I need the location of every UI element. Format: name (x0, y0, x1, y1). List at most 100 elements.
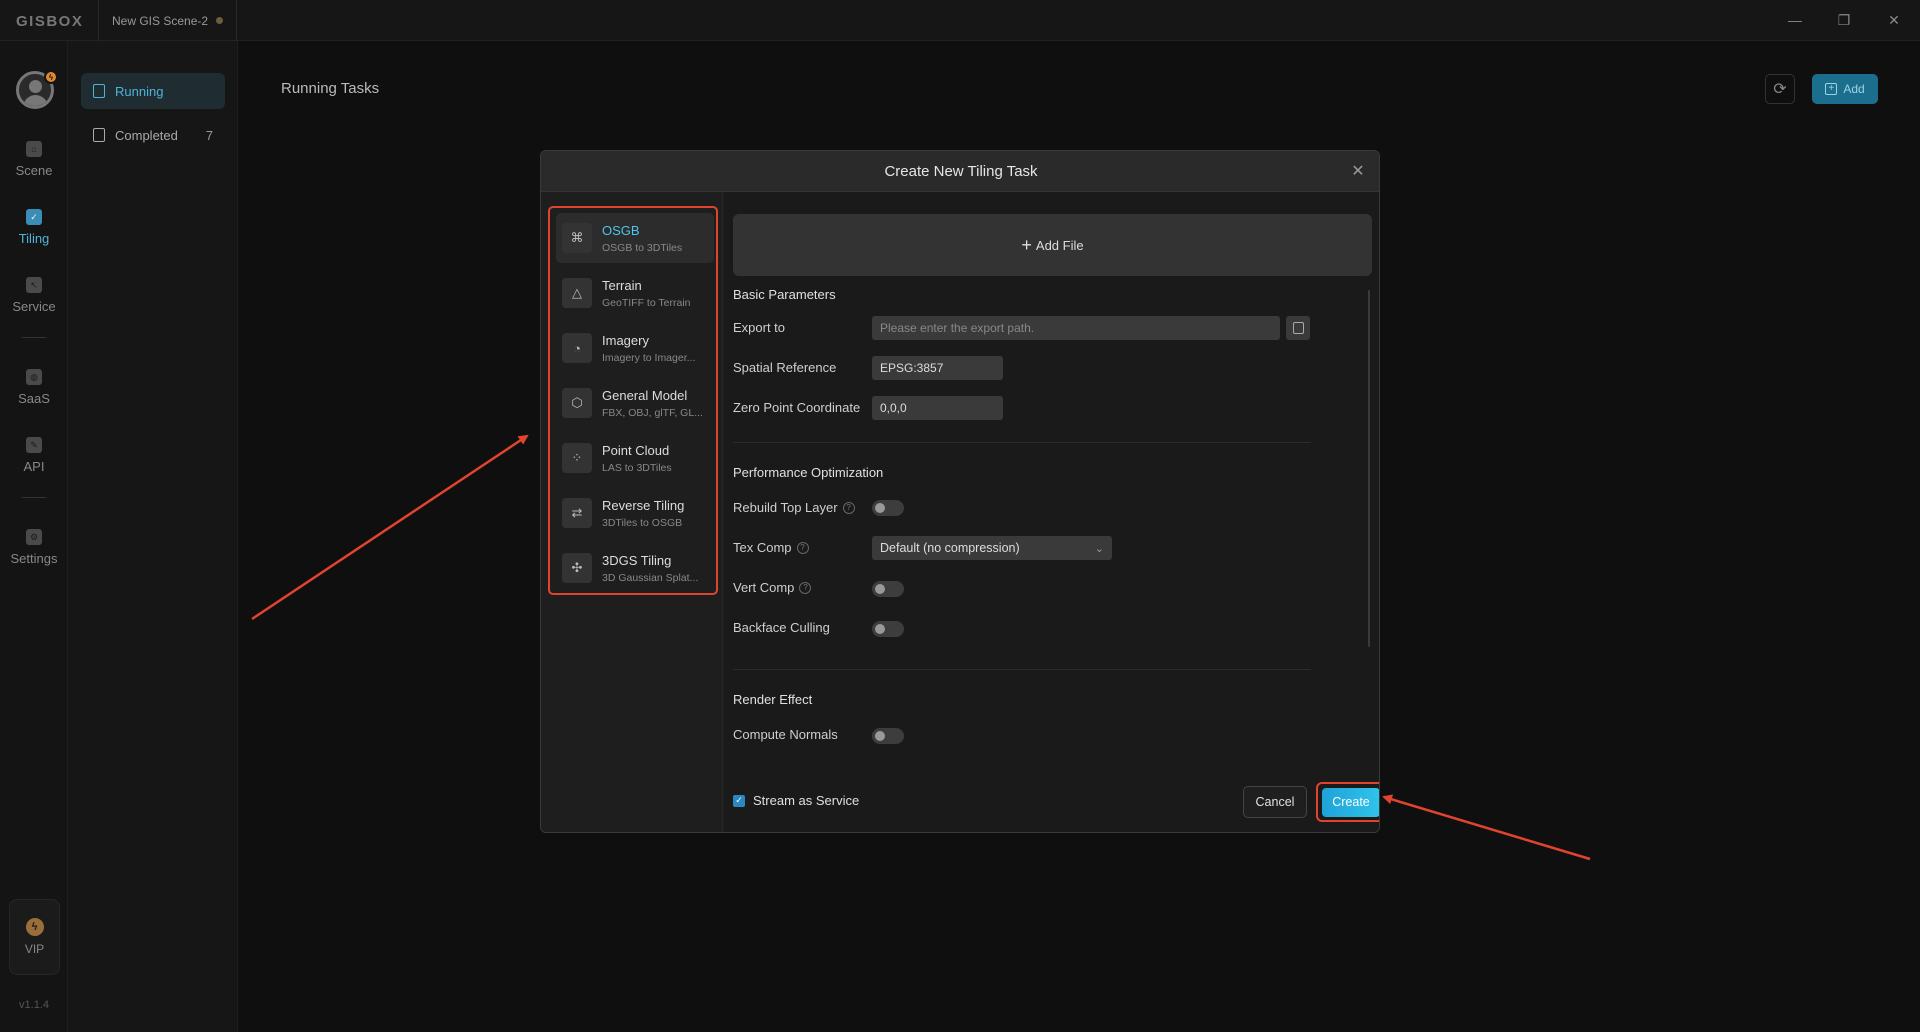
minimize-button[interactable]: — (1783, 8, 1807, 32)
completed-count: 7 (205, 127, 213, 143)
rail-item-settings[interactable]: ⚙ Settings (0, 529, 68, 566)
unsaved-dot-icon (216, 17, 224, 24)
task-parameters-panel: + Add File Basic Parameters Export to Pl… (724, 192, 1379, 832)
restore-button[interactable]: ❐ (1832, 8, 1856, 32)
main-rail: ϟ ⌂ Scene ✓ Tiling ↖ Service ◍ SaaS ✎ AP… (0, 41, 68, 1032)
rail-item-label: Service (12, 299, 56, 314)
vert-comp-toggle[interactable] (872, 581, 904, 597)
task-type-reverse-tiling[interactable]: ⇄ Reverse Tiling 3DTiles to OSGB (556, 488, 714, 538)
stream-checkbox[interactable]: ✓ (733, 794, 745, 807)
task-type-terrain[interactable]: △ Terrain GeoTIFF to Terrain (556, 268, 714, 318)
add-task-label: Add (1843, 82, 1865, 96)
gaussian-splat-icon: ✣ (562, 553, 592, 583)
plus-icon: + (1825, 83, 1838, 95)
tex-comp-select[interactable]: Default (no compression) ⌄ (872, 536, 1112, 560)
stream-as-service-option[interactable]: ✓ Stream as Service (733, 793, 859, 808)
zero-point-input[interactable]: 0,0,0 (872, 396, 1003, 420)
rail-item-service[interactable]: ↖ Service (0, 277, 68, 314)
vip-label: VIP (24, 942, 45, 956)
task-type-title: Point Cloud (602, 442, 670, 458)
terrain-icon: △ (562, 278, 592, 308)
task-type-subtitle: 3DTiles to OSGB (602, 516, 683, 529)
tex-comp-value: Default (no compression) (880, 541, 1020, 555)
lightning-badge-icon: ϟ (44, 70, 58, 84)
service-icon: ↖ (26, 277, 42, 293)
task-type-subtitle: OSGB to 3DTiles (602, 241, 683, 254)
title-bar: GISBOX New GIS Scene-2 — ❐ ✕ (0, 0, 1920, 41)
version-label: v1.1.4 (19, 999, 49, 1011)
task-type-imagery[interactable]: ◔ Imagery Imagery to Imager... (556, 323, 714, 373)
add-file-button[interactable]: + Add File (733, 214, 1372, 276)
subnav-item-label: Running (115, 83, 164, 99)
scene-tab[interactable]: New GIS Scene-2 (98, 0, 238, 41)
tex-comp-row: Tex Comp ? (733, 540, 809, 555)
rail-item-scene[interactable]: ⌂ Scene (0, 141, 68, 178)
task-type-list: ⌘ OSGB OSGB to 3DTiles △ Terrain GeoTIFF t… (548, 206, 718, 595)
task-type-general-model[interactable]: ⬡ General Model FBX, OBJ, glTF, GL... (556, 378, 714, 428)
help-icon[interactable]: ? (799, 581, 812, 594)
scene-tab-title: New GIS Scene-2 (112, 13, 209, 28)
spatial-reference-input[interactable]: EPSG:3857 (872, 356, 1003, 380)
compute-normals-toggle[interactable] (872, 728, 904, 744)
rebuild-top-layer-toggle[interactable] (872, 500, 904, 516)
stream-label: Stream as Service (753, 793, 860, 808)
rail-item-tiling[interactable]: ✓ Tiling (0, 209, 68, 246)
annotation-arrow-create (1382, 794, 1591, 861)
subnav-item-label: Completed (115, 127, 178, 143)
saas-icon: ◍ (26, 369, 42, 385)
backface-culling-label: Backface Culling (733, 620, 830, 635)
task-type-point-cloud[interactable]: ⁘ Point Cloud LAS to 3DTiles (556, 433, 714, 483)
subnav-item-completed[interactable]: Completed 7 (81, 117, 225, 153)
add-task-button[interactable]: + Add (1812, 74, 1878, 104)
zero-point-label: Zero Point Coordinate (733, 400, 861, 415)
task-subnav: Running Completed 7 (68, 41, 238, 1032)
help-icon[interactable]: ? (842, 501, 855, 514)
api-icon: ✎ (26, 437, 42, 453)
basic-parameters-heading: Basic Parameters (733, 287, 836, 302)
rail-item-label: Scene (15, 163, 53, 178)
vip-button[interactable]: ϟ VIP (9, 899, 60, 975)
reverse-tiling-icon: ⇄ (562, 498, 592, 528)
scrollbar[interactable] (1368, 290, 1370, 647)
rail-item-label: Tiling (18, 231, 50, 246)
rebuild-top-layer-label: Rebuild Top Layer (733, 500, 838, 515)
refresh-button[interactable]: ⟳ (1765, 74, 1795, 104)
close-window-button[interactable]: ✕ (1882, 8, 1906, 32)
browse-folder-button[interactable] (1286, 316, 1310, 340)
task-type-subtitle: Imagery to Imager... (602, 351, 696, 364)
task-type-title: Reverse Tiling (602, 497, 685, 513)
task-type-title: Terrain (602, 277, 642, 293)
rail-item-label: SaaS (18, 391, 50, 406)
help-icon[interactable]: ? (796, 541, 809, 554)
backface-culling-toggle[interactable] (872, 621, 904, 637)
render-effect-heading: Render Effect (733, 692, 813, 707)
task-type-subtitle: LAS to 3DTiles (602, 461, 672, 474)
section-divider (733, 442, 1311, 443)
export-label: Export to (733, 320, 786, 335)
task-type-osgb[interactable]: ⌘ OSGB OSGB to 3DTiles (556, 213, 714, 263)
create-button[interactable]: Create (1322, 787, 1379, 817)
app-logo: GISBOX (16, 13, 84, 30)
dialog-header: Create New Tiling Task ✕ (541, 151, 1379, 192)
page-title: Running Tasks (281, 80, 380, 97)
subnav-item-running[interactable]: Running (81, 73, 225, 109)
task-type-title: General Model (602, 387, 688, 403)
folder-icon (1292, 322, 1304, 334)
rail-item-saas[interactable]: ◍ SaaS (0, 369, 68, 406)
rail-item-api[interactable]: ✎ API (0, 437, 68, 474)
create-highlight-box: Create (1316, 782, 1379, 822)
document-icon (93, 84, 105, 98)
close-icon[interactable]: ✕ (1349, 162, 1367, 180)
tiling-icon: ✓ (26, 209, 42, 225)
cancel-button[interactable]: Cancel (1243, 786, 1307, 818)
rail-item-label: API (23, 459, 45, 474)
osgb-icon: ⌘ (562, 223, 592, 253)
task-type-panel: ⌘ OSGB OSGB to 3DTiles △ Terrain GeoTIFF t… (541, 192, 723, 832)
home-icon: ⌂ (26, 141, 42, 157)
dialog-title: Create New Tiling Task (884, 162, 1038, 180)
create-task-dialog: Create New Tiling Task ✕ ⌘ OSGB OSGB to 3… (540, 150, 1380, 833)
plus-icon: + (1021, 235, 1032, 255)
export-path-input[interactable]: Please enter the export path. (872, 316, 1280, 340)
task-type-3dgs-tiling[interactable]: ✣ 3DGS Tiling 3D Gaussian Splat... (556, 543, 714, 593)
add-file-label: Add File (1035, 237, 1084, 253)
